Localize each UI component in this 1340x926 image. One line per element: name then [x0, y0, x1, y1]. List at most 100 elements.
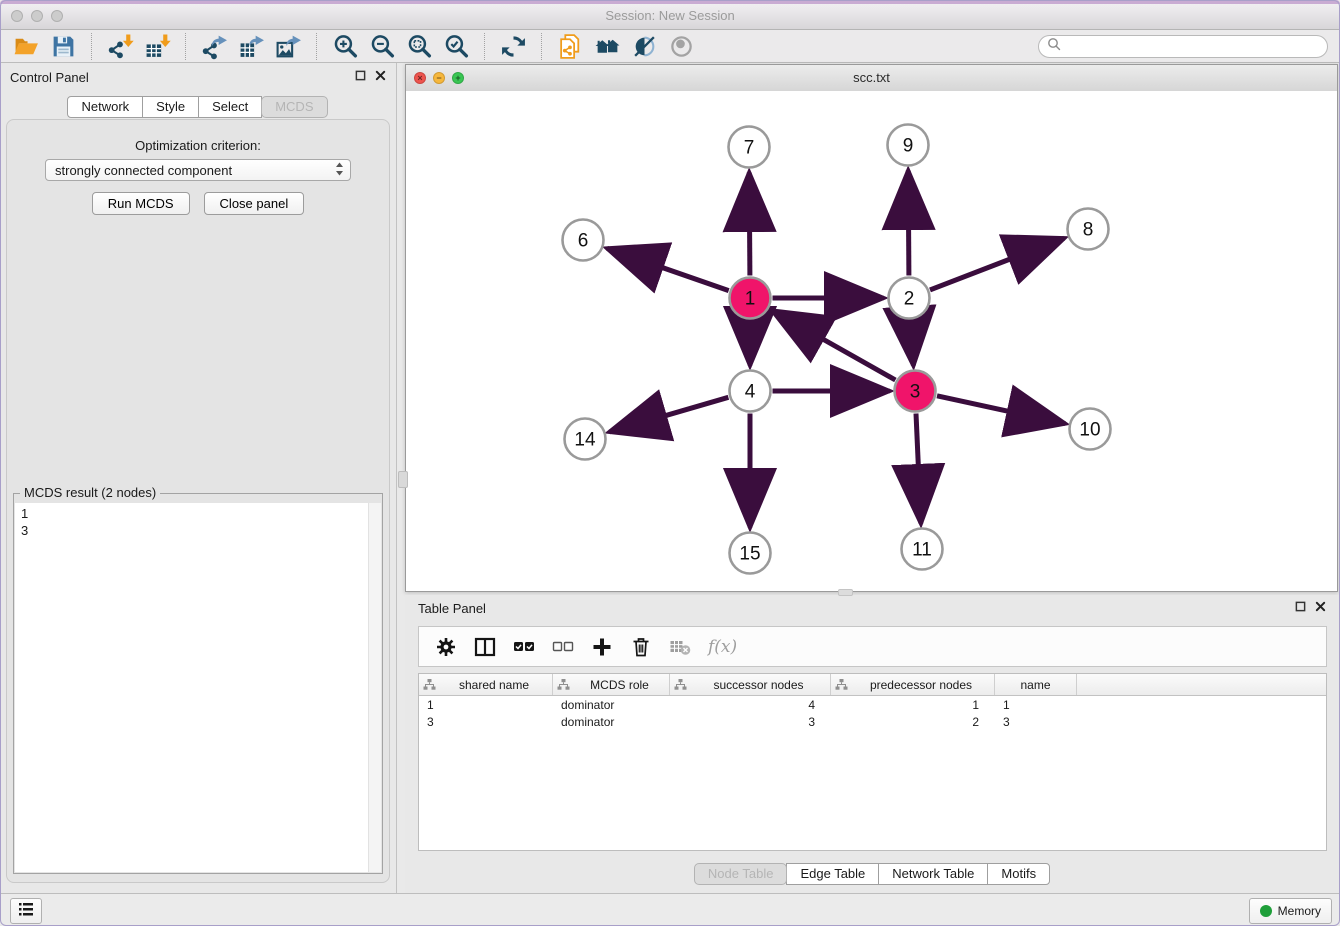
tab-select[interactable]: Select — [198, 96, 262, 118]
cell-name[interactable]: 1 — [995, 698, 1077, 712]
float-panel-icon[interactable] — [355, 70, 366, 81]
edge-3-11[interactable] — [916, 414, 921, 524]
svg-text:10: 10 — [1079, 420, 1100, 441]
node-6[interactable]: 6 — [563, 220, 604, 261]
status-bar: Memory — [0, 893, 1340, 926]
close-panel-icon[interactable] — [375, 70, 386, 81]
cell-shared-name[interactable]: 3 — [419, 715, 553, 729]
table-body: 1dominator4113dominator323 — [419, 696, 1326, 730]
toolbar-separator — [541, 33, 543, 60]
tab-network[interactable]: Network — [67, 96, 143, 118]
cell-MCDS-role[interactable]: dominator — [553, 715, 670, 729]
horizontal-splitter-handle[interactable] — [838, 589, 853, 596]
first-neighbors-icon[interactable] — [593, 32, 622, 61]
tab-edge-table[interactable]: Edge Table — [786, 863, 879, 885]
cell-successor-nodes[interactable]: 3 — [670, 715, 831, 729]
node-table: shared nameMCDS rolesuccessor nodesprede… — [418, 673, 1327, 851]
cell-shared-name[interactable]: 1 — [419, 698, 553, 712]
apply-layout-icon[interactable] — [499, 32, 528, 61]
node-2[interactable]: 2 — [889, 278, 930, 319]
table-panel-title: Table Panel — [418, 601, 486, 616]
toolbar-separator — [484, 33, 486, 60]
save-session-icon[interactable] — [49, 32, 78, 61]
edge-3-1[interactable] — [772, 311, 895, 381]
edge-4-14[interactable] — [610, 397, 729, 432]
window-top-accent — [0, 0, 1340, 4]
cell-predecessor-nodes[interactable]: 2 — [831, 715, 995, 729]
svg-text:1: 1 — [745, 289, 756, 310]
export-network-icon[interactable] — [200, 32, 229, 61]
column-header-MCDS-role[interactable]: MCDS role — [553, 674, 670, 695]
open-file-icon[interactable] — [12, 32, 41, 61]
memory-status-icon — [1260, 905, 1272, 917]
delete-column-icon[interactable] — [630, 636, 652, 658]
split-view-icon[interactable] — [474, 636, 496, 658]
node-15[interactable]: 15 — [730, 533, 771, 574]
tab-network-table[interactable]: Network Table — [878, 863, 988, 885]
zoom-fit-icon[interactable] — [405, 32, 434, 61]
cell-MCDS-role[interactable]: dominator — [553, 698, 670, 712]
edge-2-9[interactable] — [908, 171, 909, 276]
import-network-icon[interactable] — [106, 32, 135, 61]
add-column-icon[interactable] — [591, 636, 613, 658]
export-image-icon[interactable] — [274, 32, 303, 61]
column-header-name[interactable]: name — [995, 674, 1077, 695]
network-canvas[interactable]: 7 9 6 8 1 2 4 3 14 10 15 11 — [406, 91, 1337, 591]
edge-3-10[interactable] — [937, 396, 1065, 424]
graphics-details-icon[interactable] — [630, 32, 659, 61]
select-all-icon[interactable] — [513, 636, 535, 658]
edge-1-7[interactable] — [749, 173, 750, 276]
edge-2-8[interactable] — [930, 238, 1064, 290]
tab-motifs[interactable]: Motifs — [987, 863, 1050, 885]
tab-node-table[interactable]: Node Table — [694, 863, 788, 885]
memory-button[interactable]: Memory — [1249, 898, 1332, 924]
edge-2-3[interactable] — [910, 321, 913, 366]
import-table-icon[interactable] — [143, 32, 172, 61]
network-window-titlebar[interactable]: × − + scc.txt — [406, 65, 1337, 92]
result-scrollbar[interactable] — [368, 503, 381, 872]
mcds-result-text[interactable]: 1 3 — [15, 503, 381, 541]
tab-style[interactable]: Style — [142, 96, 199, 118]
export-table-icon[interactable] — [237, 32, 266, 61]
svg-text:11: 11 — [912, 540, 932, 561]
column-header-successor-nodes[interactable]: successor nodes — [670, 674, 831, 695]
task-monitor-button[interactable] — [10, 898, 42, 924]
column-header-predecessor-nodes[interactable]: predecessor nodes — [831, 674, 995, 695]
vertical-splitter-handle[interactable] — [398, 471, 408, 488]
node-11[interactable]: 11 — [902, 529, 943, 570]
search-input[interactable] — [1065, 39, 1327, 55]
tab-mcds[interactable]: MCDS — [261, 96, 327, 118]
node-9[interactable]: 9 — [888, 125, 929, 166]
column-header-shared-name[interactable]: shared name — [419, 674, 553, 695]
search-field[interactable] — [1038, 35, 1328, 58]
table-row-1[interactable]: 1dominator411 — [419, 696, 1326, 713]
node-8[interactable]: 8 — [1068, 209, 1109, 250]
node-14[interactable]: 14 — [565, 419, 606, 460]
node-10[interactable]: 10 — [1070, 409, 1111, 450]
zoom-selected-icon[interactable] — [442, 32, 471, 61]
cell-successor-nodes[interactable]: 4 — [670, 698, 831, 712]
window-title: Session: New Session — [0, 8, 1340, 23]
table-row-2[interactable]: 3dominator323 — [419, 713, 1326, 730]
optimization-select[interactable]: strongly connected component — [45, 159, 351, 181]
zoom-in-icon[interactable] — [331, 32, 360, 61]
float-table-panel-icon[interactable] — [1295, 601, 1306, 612]
run-mcds-button[interactable]: Run MCDS — [92, 192, 190, 215]
close-panel-button[interactable]: Close panel — [204, 192, 305, 215]
node-3[interactable]: 3 — [895, 371, 936, 412]
attribute-type-icon — [835, 678, 848, 691]
cell-name[interactable]: 3 — [995, 715, 1077, 729]
edge-1-6[interactable] — [607, 248, 729, 290]
deselect-all-icon[interactable] — [552, 636, 574, 658]
birds-eye-icon — [667, 32, 696, 61]
table-toolbar: f(x) — [418, 626, 1327, 667]
node-7[interactable]: 7 — [729, 127, 770, 168]
close-table-panel-icon[interactable] — [1315, 601, 1326, 612]
zoom-out-icon[interactable] — [368, 32, 397, 61]
control-panel-tabs: NetworkStyleSelectMCDS — [0, 96, 396, 118]
node-4[interactable]: 4 — [730, 371, 771, 412]
cell-predecessor-nodes[interactable]: 1 — [831, 698, 995, 712]
network-from-selection-icon[interactable] — [556, 32, 585, 61]
node-1[interactable]: 1 — [730, 278, 771, 319]
table-settings-icon[interactable] — [435, 636, 457, 658]
